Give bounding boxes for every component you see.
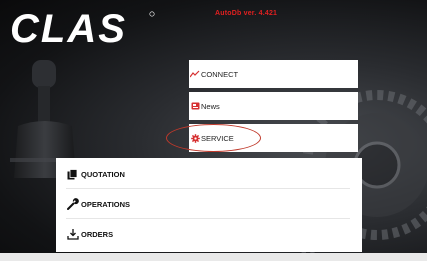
trend-line-icon bbox=[190, 69, 200, 79]
operations-label: OPERATIONS bbox=[81, 199, 131, 209]
divider bbox=[66, 188, 350, 189]
version-label: AutoDb ver. 4.421 bbox=[215, 10, 278, 17]
operations-button[interactable]: OPERATIONS bbox=[66, 190, 350, 218]
news-label: News bbox=[201, 101, 220, 111]
quotation-label: QUOTATION bbox=[81, 169, 125, 179]
service-label: SERVICE bbox=[201, 133, 234, 143]
orders-button[interactable]: ORDERS bbox=[66, 220, 350, 248]
news-button[interactable]: News bbox=[189, 92, 358, 120]
main-actions-panel: QUOTATION OPERATIONS ORDERS bbox=[56, 158, 362, 252]
wrench-icon bbox=[66, 198, 79, 211]
quotation-button[interactable]: QUOTATION bbox=[66, 160, 350, 188]
clas-logo: CLAS bbox=[10, 7, 155, 48]
download-tray-icon bbox=[66, 228, 79, 241]
copy-documents-icon bbox=[66, 168, 79, 181]
svg-text:CLAS: CLAS bbox=[10, 7, 127, 48]
divider bbox=[66, 218, 350, 219]
bottom-bar bbox=[0, 253, 427, 261]
connect-button[interactable]: CONNECT bbox=[189, 60, 358, 88]
news-icon bbox=[190, 101, 200, 111]
gear-icon bbox=[190, 133, 200, 143]
service-button[interactable]: SERVICE bbox=[189, 124, 358, 152]
app-screen: CLAS AutoDb ver. 4.421 CONNECT News SERV… bbox=[0, 0, 427, 261]
orders-label: ORDERS bbox=[81, 229, 114, 239]
connect-label: CONNECT bbox=[201, 69, 239, 79]
